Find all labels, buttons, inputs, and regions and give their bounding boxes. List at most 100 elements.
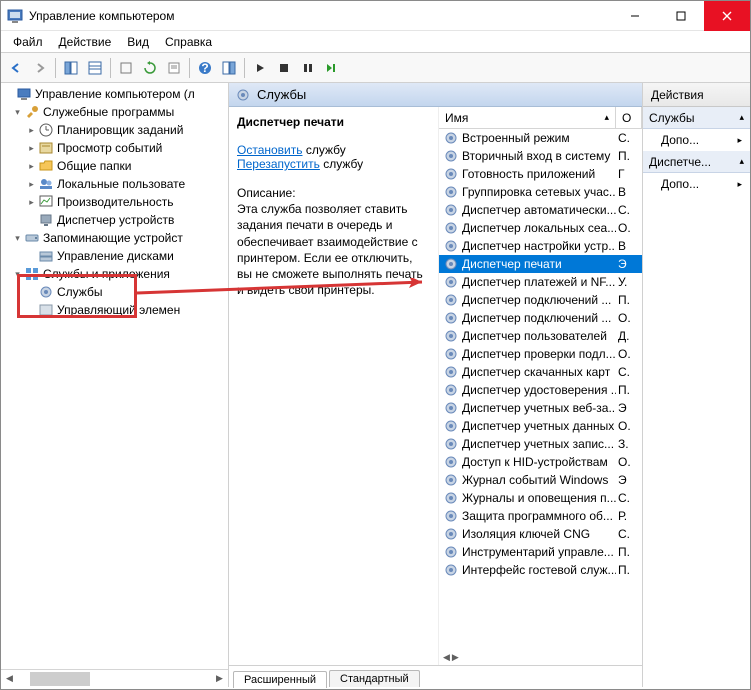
service-row[interactable]: Журнал событий WindowsЭ [439,471,642,489]
refresh-icon[interactable] [139,57,161,79]
service-row[interactable]: Диспетчер автоматически...С. [439,201,642,219]
restart-service-icon[interactable] [321,57,343,79]
tree-event-viewer[interactable]: ▸Просмотр событий [3,139,228,157]
service-row[interactable]: Диспетчер скачанных картС. [439,363,642,381]
service-row[interactable]: Диспетчер учетных данныхО. [439,417,642,435]
service-col2: С. [616,365,642,379]
service-row[interactable]: Диспетчер удостоверения ...П. [439,381,642,399]
services-list[interactable]: Встроенный режимС.Вторичный вход в систе… [439,129,642,665]
description-label: Описание: [237,185,430,201]
list-header: Имя▴ О [439,107,642,129]
gear-icon [443,346,459,362]
menu-help[interactable]: Справка [157,33,220,51]
service-row[interactable]: Диспетчер платежей и NF...У. [439,273,642,291]
minimize-button[interactable] [612,1,658,31]
maximize-button[interactable] [658,1,704,31]
tree-device-manager[interactable]: Диспетчер устройств [3,211,228,229]
service-row[interactable]: Готовность приложенийГ [439,165,642,183]
service-col2: П. [616,563,642,577]
show-hide-action-icon[interactable] [84,57,106,79]
menu-view[interactable]: Вид [119,33,157,51]
tree-wmi[interactable]: Управляющий элемен [3,301,228,319]
main-area: Управление компьютером (л ▾ Служебные пр… [1,83,750,687]
center-header: Службы [229,83,642,107]
service-row[interactable]: Группировка сетевых учас...В [439,183,642,201]
tree-label: Локальные пользовате [57,177,185,191]
service-row[interactable]: Доступ к HID-устройствамО. [439,453,642,471]
service-row[interactable]: Диспетчер пользователейД. [439,327,642,345]
tree-hscrollbar[interactable]: ◀▶ [1,669,228,687]
service-name: Диспетчер платежей и NF... [462,275,616,289]
tab-standard[interactable]: Стандартный [329,670,420,687]
start-service-icon[interactable] [249,57,271,79]
list-hscroll-hint[interactable]: ◀▶ [443,652,459,663]
gear-icon [443,490,459,506]
close-button[interactable] [704,1,750,31]
service-row[interactable]: Диспетчер учетных запис...З. [439,435,642,453]
tree-disk-mgmt[interactable]: Управление дисками [3,247,228,265]
service-row[interactable]: Диспетчер проверки подл...О. [439,345,642,363]
service-col2: П. [616,383,642,397]
service-row[interactable]: Инструментарий управле...П. [439,543,642,561]
column-desc[interactable]: О [616,107,642,128]
tree-shared-folders[interactable]: ▸Общие папки [3,157,228,175]
tree-local-users[interactable]: ▸Локальные пользовате [3,175,228,193]
gear-icon [443,148,459,164]
service-row[interactable]: Диспетчер подключений ...П. [439,291,642,309]
service-name: Диспетчер учетных запис... [462,437,616,451]
service-name: Инструментарий управле... [462,545,616,559]
service-row[interactable]: Встроенный режимС. [439,129,642,147]
device-icon [38,212,54,228]
menu-file[interactable]: Файл [5,33,51,51]
service-name: Готовность приложений [462,167,616,181]
actions-section-selected[interactable]: Диспетче...▴ [643,151,750,173]
service-row[interactable]: Диспетчер настройки устр...В [439,237,642,255]
pause-service-icon[interactable] [297,57,319,79]
service-row[interactable]: Вторичный вход в системуП. [439,147,642,165]
actions-more-1[interactable]: Допо...▸ [643,129,750,151]
actions-item-label: Допо... [661,177,699,191]
service-row[interactable]: Интерфейс гостевой служ...П. [439,561,642,579]
event-icon [38,140,54,156]
tree-services-apps[interactable]: ▾Службы и приложения [3,265,228,283]
show-hide-tree-icon[interactable] [60,57,82,79]
tree-services[interactable]: Службы [3,283,228,301]
service-row[interactable]: Журналы и оповещения п...С. [439,489,642,507]
service-row[interactable]: Диспетчер учетных веб-за...Э [439,399,642,417]
service-row[interactable]: Изоляция ключей CNGС. [439,525,642,543]
tree-task-scheduler[interactable]: ▸Планировщик заданий [3,121,228,139]
actions-section-services[interactable]: Службы▴ [643,107,750,129]
service-row[interactable]: Защита программного об...Р. [439,507,642,525]
stop-service-icon[interactable] [273,57,295,79]
tree-storage[interactable]: ▾Запоминающие устройст [3,229,228,247]
service-row[interactable]: Диспетчер подключений ...О. [439,309,642,327]
tree-performance[interactable]: ▸Производительность [3,193,228,211]
gear-icon [443,274,459,290]
stop-service-link[interactable]: Остановить [237,143,303,157]
menu-action[interactable]: Действие [51,33,120,51]
service-row[interactable]: Диспетчер печатиЭ [439,255,642,273]
gear-icon [443,184,459,200]
action-pane-icon[interactable] [218,57,240,79]
tree-label: Управление компьютером (л [35,87,195,101]
tab-extended[interactable]: Расширенный [233,671,327,688]
nav-forward-icon[interactable] [29,57,51,79]
services-list-pane: Имя▴ О Встроенный режимС.Вторичный вход … [439,107,642,665]
tree-root[interactable]: Управление компьютером (л [3,85,228,103]
properties-icon[interactable] [163,57,185,79]
restart-service-link[interactable]: Перезапустить [237,157,320,171]
menubar: Файл Действие Вид Справка [1,31,750,53]
help-icon[interactable]: ? [194,57,216,79]
service-name: Диспетчер печати [462,257,616,271]
column-name[interactable]: Имя▴ [439,107,616,128]
service-col2: П. [616,149,642,163]
gear-icon [443,562,459,578]
tree-system-tools[interactable]: ▾ Служебные программы [3,103,228,121]
service-name: Диспетчер пользователей [462,329,616,343]
detail-service-name: Диспетчер печати [237,115,430,129]
export-icon[interactable] [115,57,137,79]
console-tree[interactable]: Управление компьютером (л ▾ Служебные пр… [1,83,228,669]
nav-back-icon[interactable] [5,57,27,79]
service-row[interactable]: Диспетчер локальных сеа...О. [439,219,642,237]
actions-more-2[interactable]: Допо...▸ [643,173,750,195]
